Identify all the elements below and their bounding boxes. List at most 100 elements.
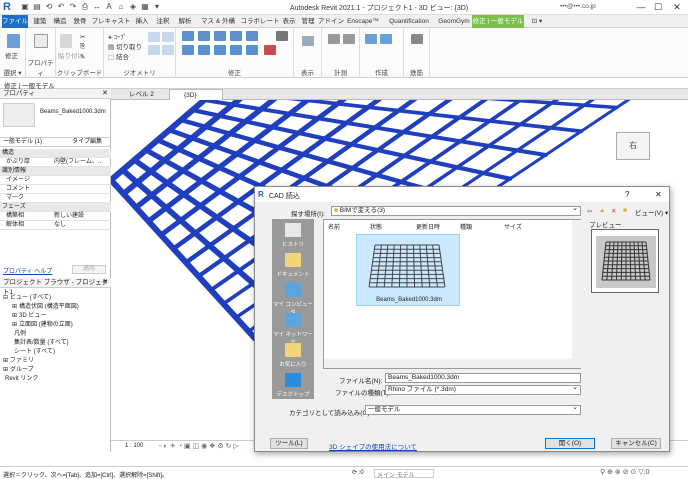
- category-select[interactable]: 一般モデル: [365, 405, 581, 415]
- 3d-view-icon[interactable]: ⌂: [116, 2, 126, 12]
- geometry-tool-icon[interactable]: [162, 45, 174, 55]
- place-documents[interactable]: ドキュメント: [272, 249, 314, 283]
- beam[interactable]: [228, 100, 619, 110]
- tab-massing-site[interactable]: マス & 外構: [196, 15, 240, 28]
- copy-icon[interactable]: ⎘: [80, 43, 85, 51]
- column-header-size[interactable]: サイズ: [504, 222, 522, 231]
- split-icon[interactable]: [246, 31, 258, 41]
- move-icon[interactable]: [182, 45, 194, 55]
- delete-icon[interactable]: ✕: [611, 207, 616, 215]
- tab-architecture[interactable]: 建築: [30, 15, 50, 28]
- views-menu[interactable]: ビュー(V) ▾: [635, 207, 668, 217]
- rotate-icon[interactable]: [214, 45, 226, 55]
- place-desktop[interactable]: デスクトップ: [272, 369, 314, 403]
- place-favorites[interactable]: お気に入り: [272, 339, 314, 373]
- property-category[interactable]: フェーズ: [0, 203, 111, 212]
- properties-help-link[interactable]: プロパティ ヘルプ: [3, 266, 52, 275]
- filename-input[interactable]: Beams_Baked1000.3dm: [385, 373, 581, 383]
- undo-icon[interactable]: ↶: [56, 2, 66, 12]
- create-parts-icon[interactable]: [365, 34, 377, 44]
- cancel-button[interactable]: キャンセル(C): [611, 438, 661, 449]
- tab-quantification[interactable]: Quantification: [382, 15, 436, 28]
- property-row[interactable]: コメント: [0, 185, 111, 194]
- browser-item[interactable]: 凡例: [12, 328, 26, 337]
- group-label-select[interactable]: 選択 ▾: [0, 67, 25, 77]
- browser-item[interactable]: Revit リンク: [3, 373, 38, 382]
- modify-button[interactable]: 修正: [5, 50, 18, 60]
- save-icon[interactable]: ▤: [32, 2, 42, 12]
- back-icon[interactable]: ⇦: [587, 207, 592, 215]
- tab-addins[interactable]: アドイン: [318, 15, 344, 28]
- tab-file[interactable]: ファイル: [2, 15, 28, 28]
- pin-icon[interactable]: [276, 31, 288, 41]
- look-in-select[interactable]: ■ BIMで変える(3): [331, 206, 581, 216]
- tab-analyze[interactable]: 解析: [174, 15, 196, 28]
- up-folder-icon[interactable]: ▲: [599, 207, 605, 214]
- apply-button[interactable]: 適用: [72, 265, 106, 274]
- geometry-tool-icon[interactable]: [148, 32, 160, 42]
- user-account[interactable]: •••@•••.co.jp: [560, 3, 596, 10]
- trim-icon[interactable]: [230, 45, 242, 55]
- vertical-scrollbar[interactable]: [572, 220, 581, 368]
- place-history[interactable]: ヒストリ: [272, 219, 314, 253]
- tab-collaborate[interactable]: コラボレート: [240, 15, 280, 28]
- tab-insert[interactable]: 挿入: [132, 15, 152, 28]
- view-scale[interactable]: 1 : 100: [125, 443, 143, 449]
- maximize-button[interactable]: ☐: [651, 1, 665, 13]
- mirror-icon[interactable]: [214, 31, 226, 41]
- tab-precast[interactable]: プレキャスト: [90, 15, 132, 28]
- selection-filter-icon[interactable]: ⚲ ⊕ ⊗ ⊘ ⊙ ▽:0: [600, 468, 650, 476]
- property-row[interactable]: マーク: [0, 194, 111, 203]
- modify-arrow-icon[interactable]: [7, 34, 20, 48]
- array-icon[interactable]: [246, 45, 258, 55]
- cut-geometry-icon[interactable]: ▤ 切り取り: [108, 41, 142, 51]
- create-group-icon[interactable]: [380, 34, 392, 44]
- align-icon[interactable]: [182, 31, 194, 41]
- copy-element-icon[interactable]: [198, 45, 210, 55]
- property-value[interactable]: 内壁(フレーム、...: [54, 158, 103, 166]
- rebar-icon[interactable]: [411, 34, 423, 44]
- browser-item[interactable]: シート (すべて): [12, 346, 55, 355]
- tab-enscape[interactable]: Enscape™: [344, 15, 382, 28]
- worksharing-icon[interactable]: ⟳ :0: [352, 469, 364, 476]
- dialog-close-button[interactable]: ✕: [655, 190, 662, 199]
- design-option-select[interactable]: メイン モデル: [374, 469, 434, 479]
- instance-count[interactable]: 一般モデル (1): [3, 138, 42, 147]
- browser-item[interactable]: 集計表/数量 (すべて): [12, 337, 69, 346]
- property-row[interactable]: 解体相 なし: [0, 221, 111, 230]
- revit-logo-icon[interactable]: R: [3, 1, 15, 13]
- property-row[interactable]: かぶり厚 内壁(フレーム、...: [0, 158, 111, 167]
- browser-item[interactable]: ⊞ ファミリ: [3, 355, 34, 364]
- delete-icon[interactable]: [264, 45, 276, 55]
- place-my-network[interactable]: マイ ネットワーク: [272, 309, 314, 346]
- section-icon[interactable]: ◈: [128, 2, 138, 12]
- offset-icon[interactable]: [198, 31, 210, 41]
- column-header-name[interactable]: 名前: [328, 222, 340, 231]
- property-category[interactable]: 識別情報: [0, 167, 111, 176]
- view-controls-icon[interactable]: ▫ ◐ ☀ ◔ ▣ ◫ ◉ ❖ ⚙ ↻ ▷: [159, 442, 239, 450]
- tab-structure[interactable]: 構造: [50, 15, 70, 28]
- column-header-status[interactable]: 状態: [370, 222, 382, 231]
- browser-item[interactable]: ⊞ 立面図 (建物の立面): [12, 319, 73, 328]
- measure-icon[interactable]: ↔: [92, 2, 102, 12]
- cut-icon[interactable]: ✂: [80, 33, 85, 41]
- browser-item[interactable]: ⊞ 構造伏図 (構造平面図): [12, 301, 79, 310]
- tab-options[interactable]: ⊡ ▾: [528, 15, 546, 28]
- property-row[interactable]: イメージ: [0, 176, 111, 185]
- property-row[interactable]: 構築相 新しい建設: [0, 212, 111, 221]
- tab-steel[interactable]: 鉄骨: [70, 15, 90, 28]
- property-category[interactable]: 構造: [0, 149, 111, 158]
- column-header-modified[interactable]: 更新日時: [416, 222, 440, 231]
- measure-tool-icon[interactable]: [328, 34, 340, 44]
- join-icon[interactable]: ⬚ 結合: [108, 51, 129, 61]
- tools-button[interactable]: ツール(L): [270, 438, 308, 449]
- file-list[interactable]: 名前 状態 更新日時 種類 サイズ Beams_Baked1000.3dm: [323, 219, 581, 369]
- 3d-shapes-help-link[interactable]: 3D シェイプの使用法について: [329, 441, 417, 451]
- geometry-tool-icon[interactable]: [148, 45, 160, 55]
- tab-geomgym[interactable]: GeomGym: [436, 15, 472, 28]
- print-icon[interactable]: ⎙: [80, 2, 90, 12]
- tab-manage[interactable]: 管理: [298, 15, 318, 28]
- horizontal-scrollbar[interactable]: [324, 359, 572, 368]
- tab-annotate[interactable]: 注釈: [152, 15, 174, 28]
- tab-level-2[interactable]: レベル 2: [115, 89, 167, 100]
